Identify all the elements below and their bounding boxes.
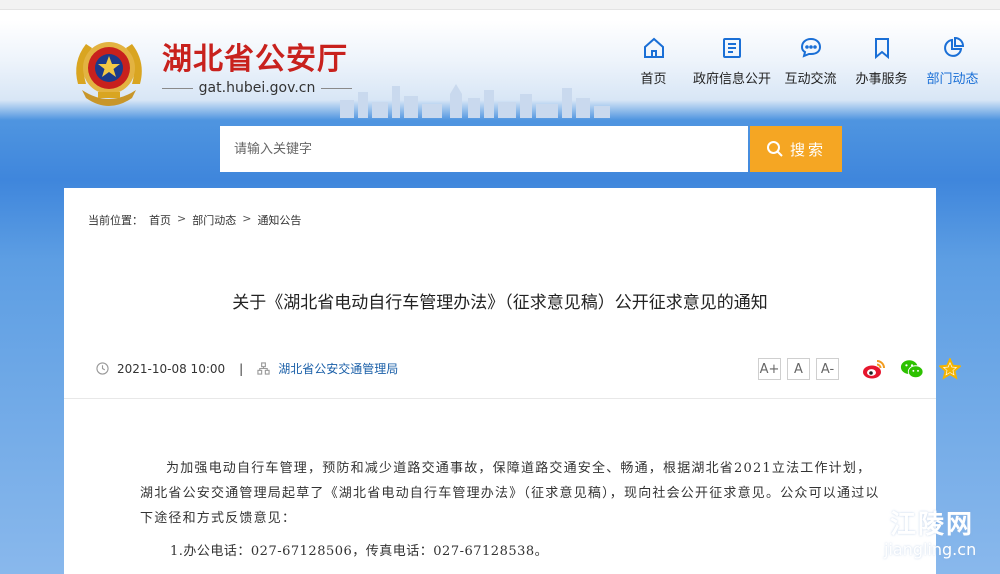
article-source: 湖北省公安交通管理局 — [278, 362, 399, 376]
organization-icon — [257, 362, 270, 375]
clock-icon — [96, 362, 109, 375]
article-list-item: 1.办公电话：027-67128506，传真电话：027-67128538。 — [170, 544, 549, 559]
article-paragraph: 为加强电动自行车管理，预防和减少道路交通事故，保障道路交通安全、畅通，根据湖北省… — [140, 461, 880, 526]
watermark: 江陵网 jiangling.cn — [808, 500, 998, 572]
breadcrumb-home[interactable]: 首页 — [149, 212, 171, 228]
font-size-increase-button[interactable]: A+ — [758, 358, 781, 380]
nav-label-home: 首页 — [640, 72, 667, 87]
bookmark-icon — [874, 38, 889, 60]
main-nav: 首页 政府信息公开 互动交流 办事服务 部门动态 — [618, 36, 988, 87]
meta-divider: | — [239, 361, 244, 376]
font-size-default-button[interactable]: A — [787, 358, 810, 380]
search-button-label: 搜索 — [789, 140, 826, 159]
nav-label-department-news: 部门动态 — [926, 72, 979, 87]
nav-label-interaction: 互动交流 — [784, 72, 837, 87]
wechat-share-button[interactable] — [900, 357, 924, 381]
search-input[interactable] — [220, 126, 748, 172]
watermark-title: 江陵网 — [890, 510, 975, 540]
watermark-url: jiangling.cn — [884, 540, 977, 559]
nav-item-gov-info[interactable]: 政府信息公开 — [689, 36, 775, 87]
nav-item-home[interactable]: 首页 — [618, 36, 689, 87]
police-emblem-logo — [76, 42, 142, 106]
article-datetime: 2021-10-08 10:00 — [117, 361, 226, 376]
breadcrumb-notices[interactable]: 通知公告 — [257, 212, 301, 228]
font-size-controls: A+ A A- — [758, 358, 839, 380]
search-icon — [766, 141, 783, 157]
top-utility-bar — [0, 0, 1000, 10]
breadcrumb: 当前位置： 首页 > 部门动态 > 通知公告 — [88, 212, 301, 228]
favorite-star-icon — [939, 358, 961, 380]
chat-icon — [800, 37, 821, 58]
domain-left-rule — [162, 87, 193, 89]
nav-label-gov-info: 政府信息公开 — [692, 72, 771, 87]
domain-right-rule — [321, 87, 353, 89]
site-domain-text: gat.hubei.gov.cn — [198, 80, 316, 96]
share-buttons — [862, 357, 962, 381]
nav-item-interaction[interactable]: 互动交流 — [775, 36, 846, 87]
font-size-decrease-button[interactable]: A- — [816, 358, 839, 380]
favorite-button[interactable] — [938, 357, 962, 381]
jiangling-logo — [815, 505, 876, 566]
nav-item-services[interactable]: 办事服务 — [846, 36, 917, 87]
article-meta: 2021-10-08 10:00 | 湖北省公安交通管理局 — [96, 360, 398, 377]
breadcrumb-separator: > — [242, 212, 252, 225]
breadcrumb-prefix: 当前位置： — [88, 214, 143, 227]
nav-label-services: 办事服务 — [855, 72, 908, 87]
breadcrumb-department-news[interactable]: 部门动态 — [192, 212, 236, 228]
site-header: 湖北省公安厅 gat.hubei.gov.cn 首页 政府信息公开 互动交流 办… — [0, 10, 1000, 118]
pie-chart-icon — [943, 36, 964, 57]
article-body: 为加强电动自行车管理，预防和减少道路交通事故，保障道路交通安全、畅通，根据湖北省… — [140, 456, 880, 564]
breadcrumb-separator: > — [177, 212, 187, 225]
site-domain: gat.hubei.gov.cn — [162, 78, 353, 98]
weibo-share-button[interactable] — [862, 357, 886, 381]
article-panel: 当前位置： 首页 > 部门动态 > 通知公告 关于《湖北省电动自行车管理办法》（… — [64, 188, 961, 574]
article-title: 关于《湖北省电动自行车管理办法》（征求意见稿）公开征求意见的通知 — [232, 293, 768, 313]
meta-divider-line — [64, 398, 936, 399]
site-title: 湖北省公安厅 — [162, 42, 348, 77]
nav-item-department-news[interactable]: 部门动态 — [917, 36, 988, 87]
wechat-icon — [900, 360, 924, 379]
search-button[interactable]: 搜索 — [750, 126, 842, 172]
weibo-icon — [863, 360, 885, 379]
document-icon — [723, 38, 741, 58]
home-icon — [643, 37, 664, 58]
city-skyline-decoration — [340, 84, 610, 118]
